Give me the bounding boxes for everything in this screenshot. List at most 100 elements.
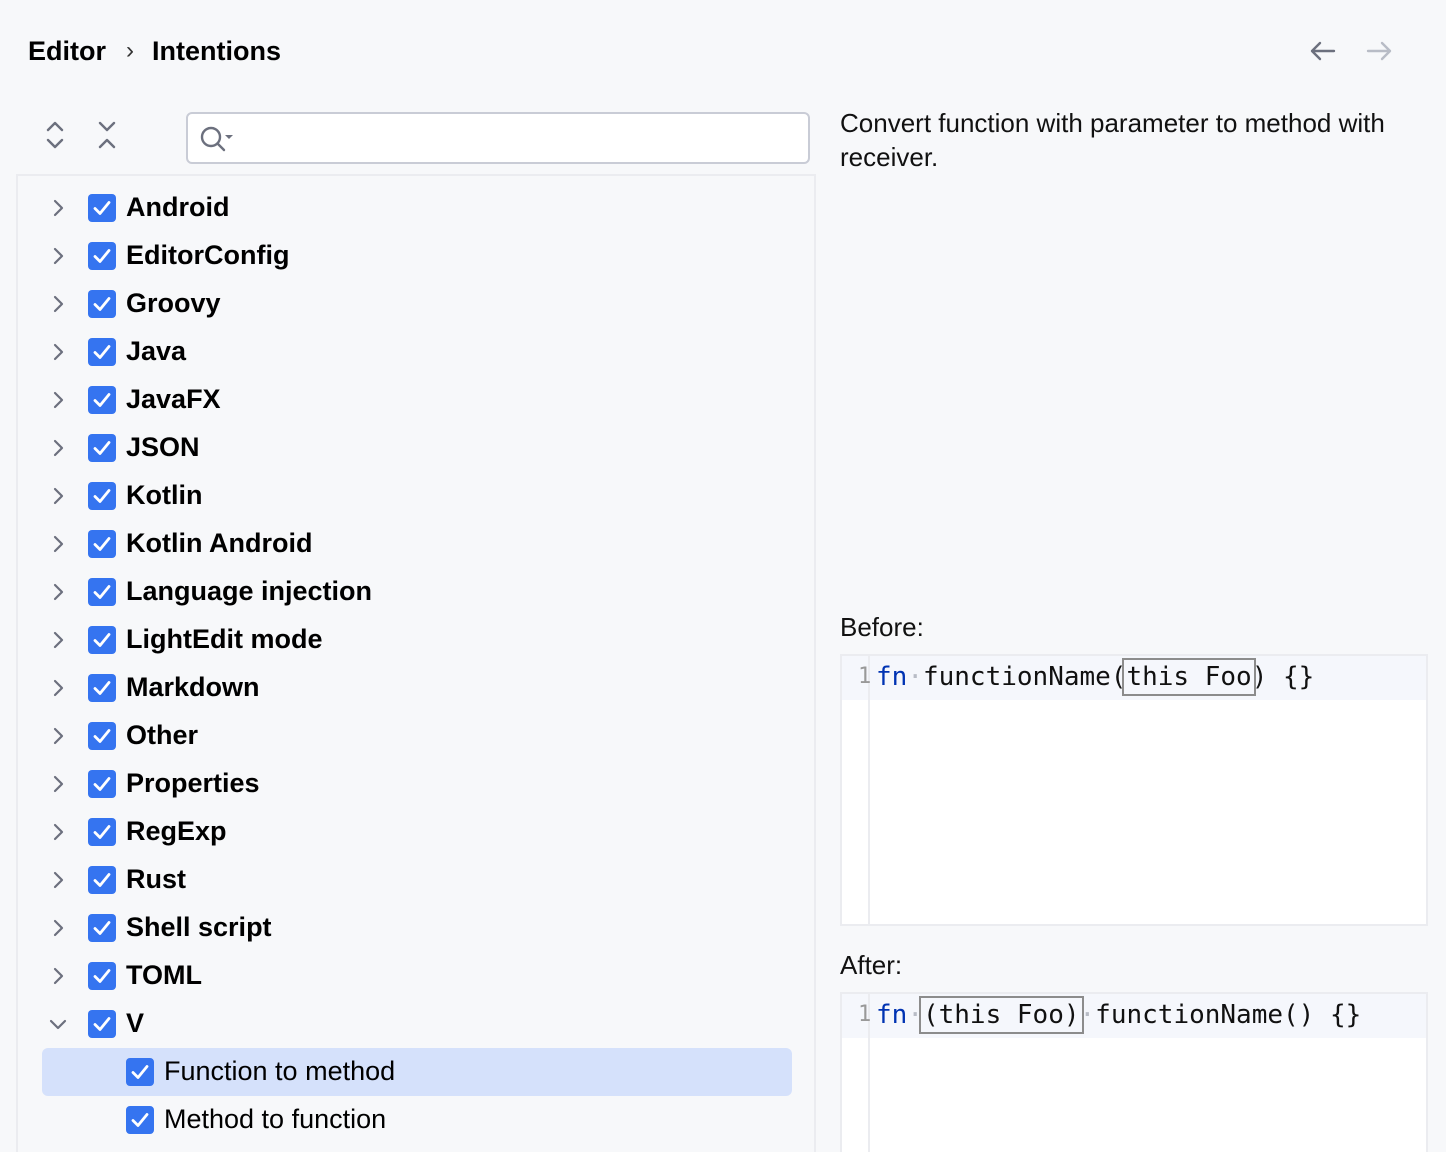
category-checkbox[interactable] bbox=[88, 194, 116, 222]
breadcrumb: Editor › Intentions bbox=[28, 34, 281, 68]
intention-description: Convert function with parameter to metho… bbox=[840, 108, 1385, 172]
tree-category-row[interactable]: Rust bbox=[18, 856, 814, 904]
code-rest: functionName() {} bbox=[1095, 1000, 1362, 1030]
category-label: Other bbox=[126, 720, 199, 750]
tree-category-row[interactable]: Properties bbox=[18, 760, 814, 808]
category-label: Shell script bbox=[126, 912, 272, 942]
chevron-right-icon[interactable] bbox=[46, 628, 70, 652]
chevron-right-icon[interactable] bbox=[46, 964, 70, 988]
category-checkbox[interactable] bbox=[88, 818, 116, 846]
intentions-tree: Android EditorConfig Groovy Java JavaFX … bbox=[16, 174, 816, 1152]
tree-category-row[interactable]: Other bbox=[18, 712, 814, 760]
chevron-right-icon[interactable] bbox=[46, 724, 70, 748]
category-checkbox[interactable] bbox=[88, 770, 116, 798]
intention-checkbox[interactable] bbox=[126, 1058, 154, 1086]
code-line: fn·(this Foo)·functionName() {} bbox=[876, 996, 1362, 1034]
category-label: JSON bbox=[126, 432, 200, 462]
category-label: Markdown bbox=[126, 672, 260, 702]
category-label: Kotlin bbox=[126, 480, 203, 510]
category-checkbox[interactable] bbox=[88, 866, 116, 894]
chevron-right-icon[interactable] bbox=[46, 532, 70, 556]
code-rest: ) {} bbox=[1251, 662, 1315, 692]
category-checkbox[interactable] bbox=[88, 290, 116, 318]
category-label: TOML bbox=[126, 960, 202, 990]
back-arrow-icon[interactable] bbox=[1308, 36, 1338, 66]
category-checkbox[interactable] bbox=[88, 338, 116, 366]
category-label: Properties bbox=[126, 768, 260, 798]
tree-category-row[interactable]: V bbox=[18, 1000, 814, 1048]
tree-category-row[interactable]: Kotlin Android bbox=[18, 520, 814, 568]
category-label: RegExp bbox=[126, 816, 227, 846]
before-label: Before: bbox=[840, 612, 924, 642]
intention-label: Function to method bbox=[164, 1056, 396, 1086]
tree-category-row[interactable]: EditorConfig bbox=[18, 232, 814, 280]
tree-category-row[interactable]: Kotlin bbox=[18, 472, 814, 520]
after-code-preview: 1 fn·(this Foo)·functionName() {} bbox=[840, 992, 1428, 1152]
chevron-right-icon[interactable] bbox=[46, 244, 70, 268]
tree-category-row[interactable]: Android bbox=[18, 184, 814, 232]
chevron-right-icon[interactable] bbox=[46, 388, 70, 412]
tree-category-row[interactable]: JSON bbox=[18, 424, 814, 472]
history-navigation bbox=[1308, 36, 1394, 66]
tree-category-row[interactable]: Java bbox=[18, 328, 814, 376]
category-checkbox[interactable] bbox=[88, 434, 116, 462]
line-number: 1 bbox=[858, 1002, 872, 1027]
category-checkbox[interactable] bbox=[88, 578, 116, 606]
category-checkbox[interactable] bbox=[88, 722, 116, 750]
tree-category-row[interactable]: Language injection bbox=[18, 568, 814, 616]
search-input[interactable] bbox=[238, 120, 798, 156]
category-checkbox[interactable] bbox=[88, 242, 116, 270]
tree-category-row[interactable]: Markdown bbox=[18, 664, 814, 712]
category-checkbox[interactable] bbox=[88, 962, 116, 990]
chevron-right-icon[interactable] bbox=[46, 484, 70, 508]
tree-category-row[interactable]: TOML bbox=[18, 952, 814, 1000]
intention-label: Method to function bbox=[164, 1104, 387, 1134]
tree-category-row[interactable]: LightEdit mode bbox=[18, 616, 814, 664]
category-checkbox[interactable] bbox=[88, 482, 116, 510]
category-checkbox[interactable] bbox=[88, 674, 116, 702]
highlighted-fragment: (this Foo) bbox=[918, 996, 1084, 1034]
keyword: fn bbox=[876, 662, 908, 692]
gutter-divider bbox=[868, 656, 870, 924]
chevron-right-icon[interactable] bbox=[46, 676, 70, 700]
category-label: Groovy bbox=[126, 288, 221, 318]
category-checkbox[interactable] bbox=[88, 914, 116, 942]
tree-intention-row[interactable]: Function to method bbox=[18, 1048, 814, 1096]
expand-all-icon[interactable] bbox=[40, 118, 70, 152]
tree-category-row[interactable]: Groovy bbox=[18, 280, 814, 328]
collapse-all-icon[interactable] bbox=[92, 118, 122, 152]
chevron-right-icon[interactable] bbox=[46, 580, 70, 604]
category-label: Kotlin Android bbox=[126, 528, 313, 558]
category-label: Android bbox=[126, 192, 230, 222]
tree-category-row[interactable]: Shell script bbox=[18, 904, 814, 952]
forward-arrow-icon[interactable] bbox=[1364, 36, 1394, 66]
tree-intention-row[interactable]: Method to function bbox=[18, 1096, 814, 1144]
category-checkbox[interactable] bbox=[88, 626, 116, 654]
chevron-right-icon[interactable] bbox=[46, 772, 70, 796]
chevron-right-icon[interactable] bbox=[46, 340, 70, 364]
category-checkbox[interactable] bbox=[88, 386, 116, 414]
chevron-right-icon[interactable] bbox=[46, 820, 70, 844]
before-code-preview: 1 fn·functionName(this Foo) {} bbox=[840, 654, 1428, 926]
breadcrumb-separator: › bbox=[126, 37, 134, 64]
category-label: JavaFX bbox=[126, 384, 221, 414]
breadcrumb-editor[interactable]: Editor bbox=[28, 36, 106, 67]
chevron-right-icon[interactable] bbox=[46, 196, 70, 220]
tree-category-row[interactable]: RegExp bbox=[18, 808, 814, 856]
category-checkbox[interactable] bbox=[88, 1010, 116, 1038]
search-field[interactable] bbox=[186, 112, 810, 164]
intention-checkbox[interactable] bbox=[126, 1106, 154, 1134]
category-label: Rust bbox=[126, 864, 186, 894]
chevron-right-icon[interactable] bbox=[46, 292, 70, 316]
tree-category-row[interactable]: JavaFX bbox=[18, 376, 814, 424]
chevron-right-icon[interactable] bbox=[46, 868, 70, 892]
line-number: 1 bbox=[858, 664, 872, 689]
chevron-right-icon[interactable] bbox=[46, 436, 70, 460]
chevron-down-icon[interactable] bbox=[46, 1012, 70, 1036]
category-label: EditorConfig bbox=[126, 240, 290, 270]
chevron-right-icon[interactable] bbox=[46, 916, 70, 940]
keyword: fn bbox=[876, 1000, 908, 1030]
category-checkbox[interactable] bbox=[88, 530, 116, 558]
code-line: fn·functionName(this Foo) {} bbox=[876, 658, 1315, 696]
search-icon[interactable] bbox=[198, 124, 234, 154]
